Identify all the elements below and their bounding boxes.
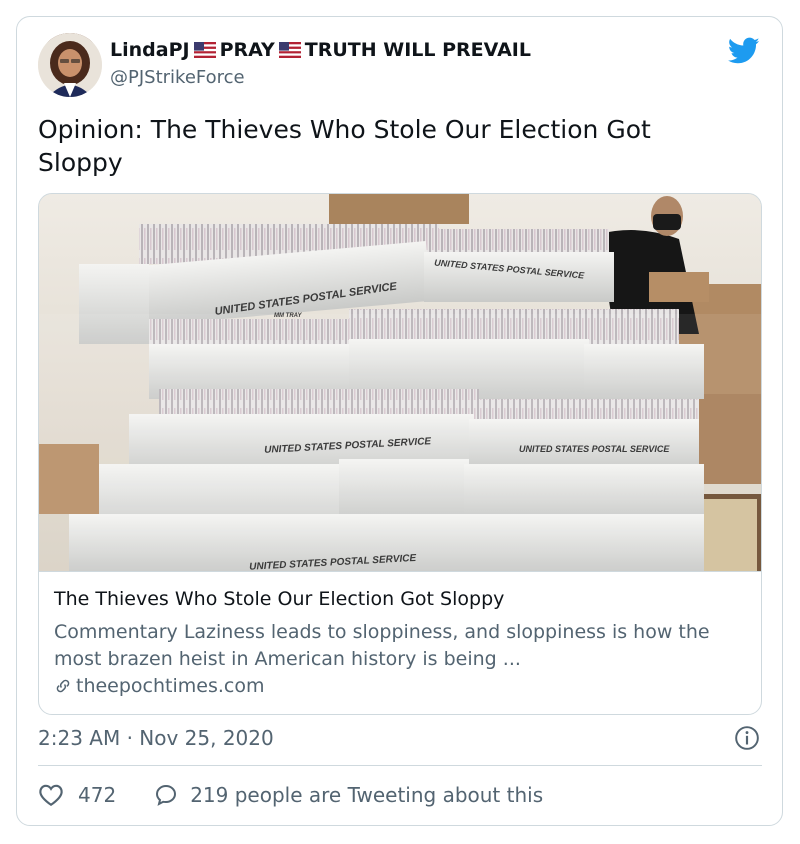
display-name-first: LindaPJ (110, 39, 190, 61)
us-flag-icon (278, 42, 301, 58)
tweet-actions: 472 219 people are Tweeting about this (38, 783, 543, 807)
link-card-body[interactable]: The Thieves Who Stole Our Election Got S… (39, 571, 761, 714)
like-count[interactable]: 472 (78, 783, 116, 807)
link-preview-card[interactable]: UNITED STATES POSTAL SERVICE UNITED STAT… (38, 193, 762, 715)
twitter-bird-icon[interactable] (728, 37, 760, 65)
avatar[interactable] (38, 33, 102, 97)
us-flag-icon (193, 42, 216, 58)
link-domain-text: theepochtimes.com (76, 675, 265, 697)
speech-bubble-icon[interactable] (154, 783, 178, 807)
link-domain[interactable]: theepochtimes.com (54, 675, 265, 697)
info-icon[interactable] (734, 725, 760, 751)
tweet-timestamp[interactable]: 2:23 AM · Nov 25, 2020 (38, 726, 274, 750)
tray-subtext: MM TRAY (274, 313, 303, 319)
link-description: Commentary Laziness leads to sloppiness,… (54, 621, 710, 670)
link-icon (56, 679, 70, 693)
heart-icon[interactable] (38, 783, 64, 807)
user-handle[interactable]: @PJStrikeForce (110, 67, 245, 88)
display-name-end: TRUTH WILL PREVAIL (304, 39, 531, 61)
tweeting-about-text[interactable]: 219 people are Tweeting about this (190, 783, 543, 807)
tray-label-text: UNITED STATES POSTAL SERVICE (519, 444, 670, 454)
display-name-middle: PRAY (219, 39, 275, 61)
divider (38, 765, 762, 766)
link-title[interactable]: The Thieves Who Stole Our Election Got S… (54, 588, 504, 610)
tweet-card[interactable]: LindaPJ PRAY TRUTH WILL PREVAIL @PJStrik… (16, 16, 783, 826)
display-name[interactable]: LindaPJ PRAY TRUTH WILL PREVAIL (110, 39, 531, 61)
tweet-text: Opinion: The Thieves Who Stole Our Elect… (38, 115, 651, 177)
mail-trays-photo[interactable]: UNITED STATES POSTAL SERVICE UNITED STAT… (39, 194, 761, 571)
